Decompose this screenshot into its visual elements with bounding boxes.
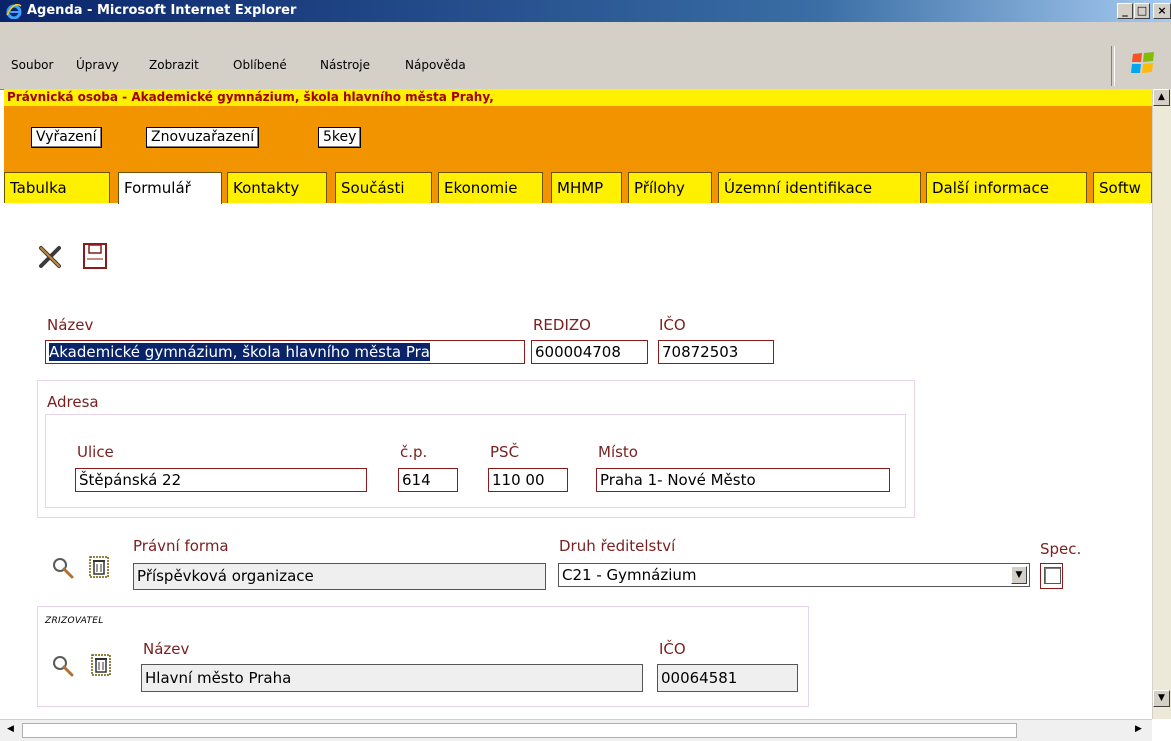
search-zrizovatel-icon[interactable] [52, 655, 74, 677]
psc-label: PSČ [490, 443, 520, 461]
close-button[interactable]: × [1153, 3, 1171, 19]
minimize-button[interactable]: _ [1117, 3, 1133, 19]
druh-reditelstvi-select[interactable]: C21 - Gymnázium ▼ [558, 563, 1030, 587]
znovuzarazeni-button[interactable]: Znovuzařazení [146, 127, 260, 148]
pravni-forma-label: Právní forma [133, 537, 229, 555]
search-pravni-forma-icon[interactable] [52, 557, 74, 579]
menu-separator [1111, 46, 1115, 86]
delete-icon[interactable] [37, 244, 63, 270]
menu-nastroje[interactable]: Nástroje [320, 58, 370, 72]
cp-label: č.p. [400, 443, 428, 461]
menu-bar [0, 22, 1171, 90]
menu-soubor[interactable]: Soubor [11, 58, 53, 72]
ico-input[interactable]: 70872503 [658, 340, 774, 364]
scroll-up-button[interactable]: ▲ [1153, 89, 1170, 106]
misto-input[interactable]: Praha 1- Nové Město [596, 468, 890, 492]
tab-kontakty[interactable]: Kontakty [227, 172, 327, 203]
druh-reditelstvi-label: Druh ředitelství [559, 537, 676, 555]
chevron-down-icon[interactable]: ▼ [1011, 566, 1027, 584]
pravni-forma-input[interactable]: Příspěvková organizace [133, 563, 546, 590]
redizo-label: REDIZO [533, 316, 591, 334]
save-icon[interactable] [82, 242, 108, 270]
misto-label: Místo [598, 443, 638, 461]
5key-button[interactable]: 5key [318, 127, 362, 148]
zrizovatel-title: ZRIZOVATEL [45, 616, 104, 626]
maximize-button[interactable]: □ [1134, 3, 1150, 19]
menu-zobrazit[interactable]: Zobrazit [149, 58, 199, 72]
nazev-input[interactable]: Akademické gymnázium, škola hlavního měs… [45, 340, 525, 364]
tab-uzemni-identifikace[interactable]: Územní identifikace [718, 172, 921, 203]
horizontal-scrollbar[interactable]: ◀ ▶ [0, 719, 1152, 741]
zrizovatel-ico-label: IČO [659, 640, 686, 658]
vertical-scrollbar[interactable]: ▲ ▼ [1152, 89, 1171, 719]
vyrazeni-button[interactable]: Vyřazení [31, 127, 102, 148]
spec-checkbox[interactable] [1044, 567, 1061, 584]
menu-oblibene[interactable]: Oblíbené [233, 58, 287, 72]
tab-formular[interactable]: Formulář [118, 172, 222, 204]
menu-napoveda[interactable]: Nápověda [405, 58, 466, 72]
scroll-down-button[interactable]: ▼ [1153, 690, 1170, 707]
tab-soucasti[interactable]: Součásti [335, 172, 432, 203]
trash-pravni-forma-icon[interactable] [88, 555, 110, 579]
zrizovatel-nazev-label: Název [143, 640, 190, 658]
scroll-left-button[interactable]: ◀ [2, 722, 19, 739]
ico-label: IČO [659, 316, 686, 334]
cp-input[interactable]: 614 [398, 468, 458, 492]
window-title: Agenda - Microsoft Internet Explorer [27, 3, 297, 18]
zrizovatel-nazev-input[interactable]: Hlavní město Praha [141, 664, 643, 692]
scroll-right-button[interactable]: ▶ [1130, 722, 1147, 739]
tab-tabulka[interactable]: Tabulka [4, 172, 110, 203]
ulice-label: Ulice [77, 443, 114, 461]
adresa-inner-group [45, 414, 906, 508]
psc-input[interactable]: 110 00 [488, 468, 568, 492]
windows-logo-icon [1131, 52, 1154, 73]
trash-zrizovatel-icon[interactable] [90, 653, 112, 677]
tab-ekonomie[interactable]: Ekonomie [438, 172, 543, 203]
zrizovatel-ico-input[interactable]: 00064581 [657, 664, 798, 692]
tab-dalsi-informace[interactable]: Další informace [926, 172, 1087, 203]
menu-upravy[interactable]: Úpravy [76, 58, 119, 72]
redizo-input[interactable]: 600004708 [531, 340, 648, 364]
record-title: Právnická osoba - Akademické gymnázium, … [7, 90, 494, 104]
menu-row [0, 22, 1171, 90]
nazev-label: Název [47, 316, 94, 334]
tab-prilohy[interactable]: Přílohy [628, 172, 712, 203]
tab-mhmp[interactable]: MHMP [551, 172, 622, 203]
ulice-input[interactable]: Štěpánská 22 [75, 468, 367, 492]
window-title-bar: Agenda - Microsoft Internet Explorer _ □… [0, 0, 1171, 22]
spec-label: Spec. [1040, 540, 1082, 558]
tab-software[interactable]: Softw [1093, 172, 1152, 203]
adresa-title: Adresa [47, 393, 99, 411]
druh-reditelstvi-value: C21 - Gymnázium [562, 566, 697, 584]
horizontal-scroll-thumb[interactable] [22, 723, 1017, 738]
ie-icon [6, 3, 22, 19]
